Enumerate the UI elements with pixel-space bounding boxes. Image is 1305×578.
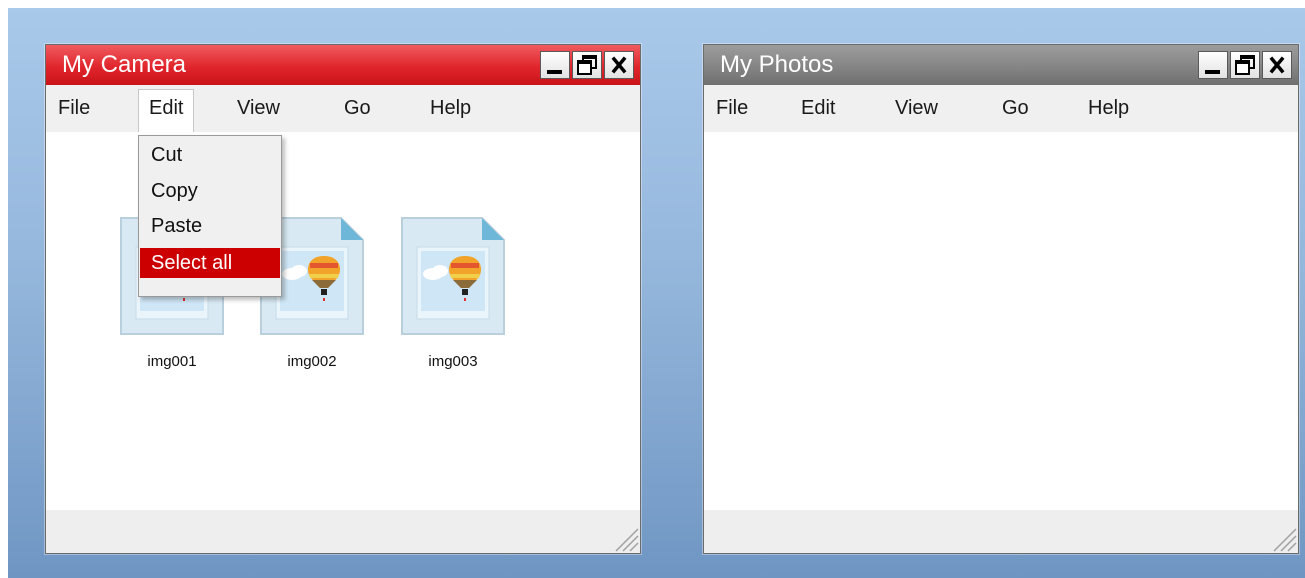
my-camera-window: My Camera File Edit View Go Help img001 … [45, 44, 641, 554]
image-file-icon [400, 216, 506, 336]
restore-button[interactable] [1230, 51, 1260, 79]
window-title: My Camera [62, 51, 187, 78]
menu-item-cut[interactable]: Cut [140, 140, 280, 170]
menu-item-paste[interactable]: Paste [140, 211, 280, 241]
title-bar[interactable]: My Photos [704, 45, 1298, 85]
file-item-img003[interactable]: img003 [400, 216, 506, 370]
menu-help[interactable]: Help [1088, 95, 1129, 123]
menu-view[interactable]: View [895, 95, 938, 123]
restore-icon [1235, 55, 1255, 75]
status-bar [46, 510, 640, 553]
status-bar [704, 510, 1298, 553]
close-button[interactable] [604, 51, 634, 79]
restore-button[interactable] [572, 51, 602, 79]
menu-bar: File Edit View Go Help [704, 85, 1298, 132]
minimize-button[interactable] [1198, 51, 1228, 79]
window-title: My Photos [720, 51, 834, 78]
close-button[interactable] [1262, 51, 1292, 79]
minimize-button[interactable] [540, 51, 570, 79]
menu-file[interactable]: File [58, 95, 90, 123]
menu-help[interactable]: Help [430, 95, 471, 123]
close-icon [1269, 56, 1285, 74]
menu-go[interactable]: Go [1002, 95, 1029, 123]
menu-item-select-all[interactable]: Select all [140, 248, 280, 278]
restore-icon [577, 55, 597, 75]
title-bar[interactable]: My Camera [46, 45, 640, 85]
minimize-icon [547, 70, 562, 74]
file-name: img002 [287, 353, 337, 370]
resize-grip-icon[interactable] [1268, 523, 1298, 553]
menu-edit[interactable]: Edit [138, 89, 195, 132]
file-area [704, 132, 1298, 510]
menu-go[interactable]: Go [344, 95, 371, 123]
file-name: img001 [147, 353, 197, 370]
minimize-icon [1205, 70, 1220, 74]
menu-view[interactable]: View [237, 95, 280, 123]
edit-dropdown-menu: Cut Copy Paste Select all [138, 135, 282, 297]
resize-grip-icon[interactable] [610, 523, 640, 553]
menu-bar: File Edit View Go Help [46, 85, 640, 132]
my-photos-window: My Photos File Edit View Go Help [703, 44, 1299, 554]
file-area: img001 img002 img003 [46, 132, 640, 510]
window-controls [538, 51, 634, 79]
menu-item-copy[interactable]: Copy [140, 176, 280, 206]
window-controls [1196, 51, 1292, 79]
file-name: img003 [428, 353, 478, 370]
desktop: My Camera File Edit View Go Help img001 … [8, 8, 1305, 578]
close-icon [611, 56, 627, 74]
menu-edit[interactable]: Edit [801, 95, 835, 123]
menu-file[interactable]: File [716, 95, 748, 123]
